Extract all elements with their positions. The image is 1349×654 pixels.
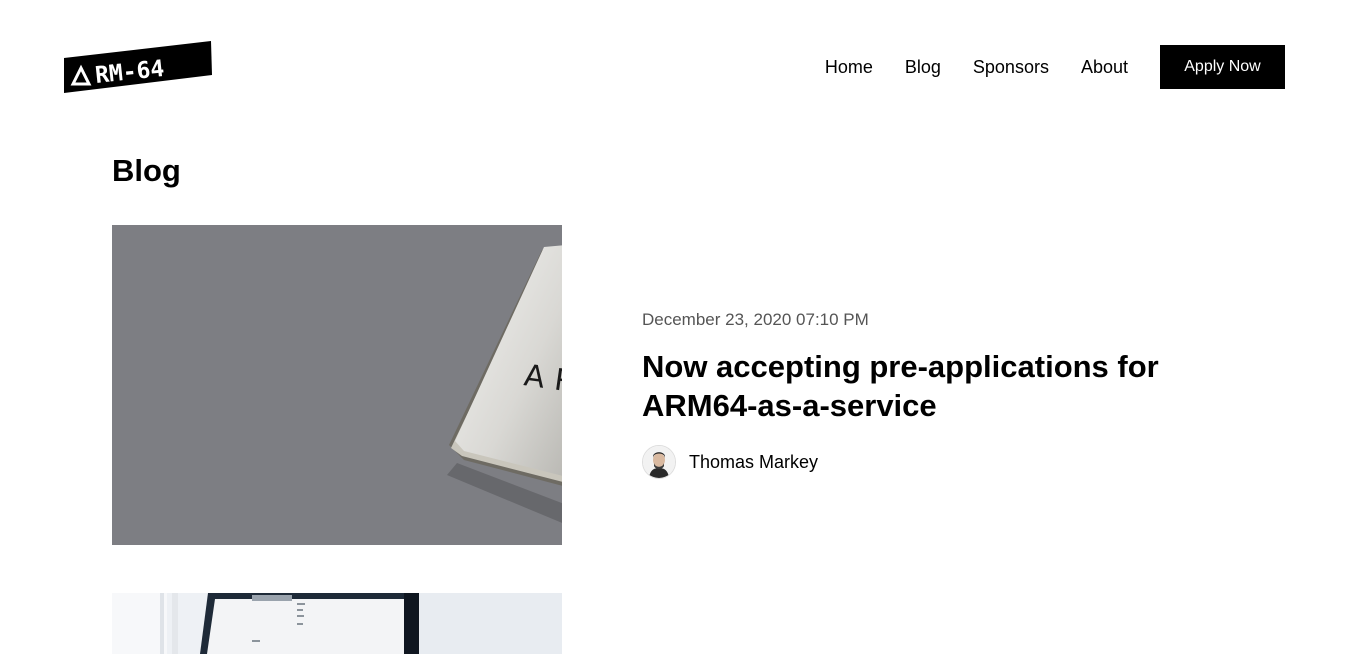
site-header: RM-64 Home Blog Sponsors About Apply Now	[0, 0, 1349, 120]
nav-sponsors[interactable]: Sponsors	[973, 57, 1049, 78]
post-card: December 23, 2020 07:10 PM Now accepting…	[642, 309, 1202, 479]
arm64-logo[interactable]: RM-64	[63, 40, 213, 94]
avatar-icon	[643, 446, 675, 478]
post-featured-image[interactable]: AR	[112, 225, 562, 545]
post-date: December 23, 2020 07:10 PM	[642, 310, 869, 329]
nav-about[interactable]: About	[1081, 57, 1128, 78]
nav-blog[interactable]: Blog	[905, 57, 941, 78]
logo-icon: RM-64	[64, 41, 212, 93]
post-title-link[interactable]: Now accepting pre-applications for ARM64…	[642, 347, 1202, 425]
apply-now-button[interactable]: Apply Now	[1160, 45, 1285, 89]
nav-home[interactable]: Home	[825, 57, 873, 78]
author-avatar	[642, 445, 676, 479]
monitor-image	[112, 593, 562, 654]
author-name: Thomas Markey	[689, 451, 819, 472]
arm-chip-image: AR	[112, 225, 562, 545]
main-nav: Home Blog Sponsors About Apply Now	[825, 45, 1285, 89]
page-title: Blog	[112, 153, 181, 188]
post-author[interactable]: Thomas Markey	[642, 445, 1202, 479]
post-featured-image-2[interactable]	[112, 593, 562, 654]
